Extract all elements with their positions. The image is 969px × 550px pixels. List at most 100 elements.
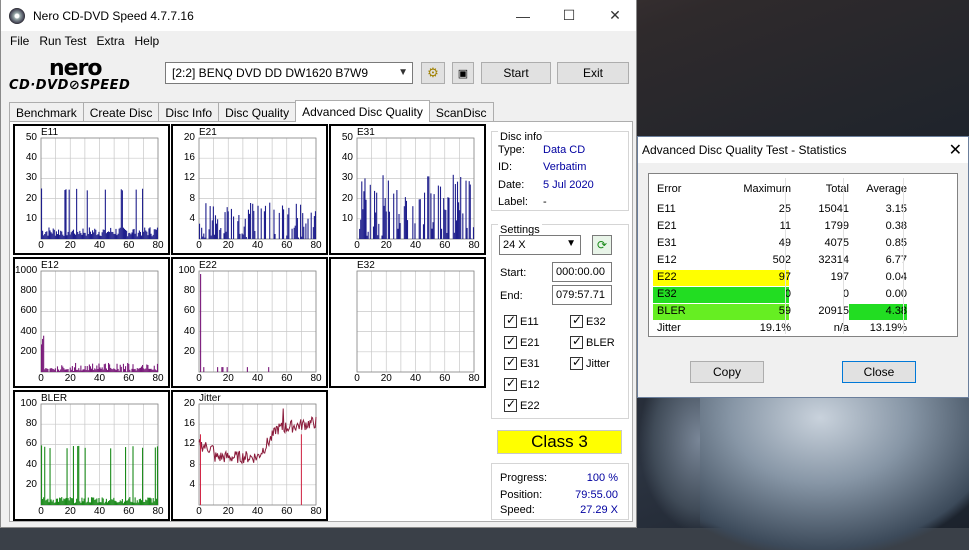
y-tick-label: 12 <box>183 438 195 450</box>
checkbox-e12-label: E12 <box>520 378 540 391</box>
checkbox-e31[interactable]: E31 <box>504 355 540 370</box>
start-button[interactable]: Start <box>481 62 551 84</box>
chart-plot <box>40 403 159 506</box>
stat-total: 1799 <box>824 220 849 232</box>
speed-select-value: 24 X <box>503 239 526 251</box>
chart-e31: E31 10 20 30 40 50 0 20 40 60 80 <box>329 124 486 255</box>
checkbox-jitter[interactable]: Jitter <box>570 355 610 370</box>
column-divider <box>785 178 786 334</box>
eject-icon: ⚙ <box>427 65 439 80</box>
chart-e11: E11 10 20 30 40 50 0 20 40 60 80 <box>13 124 170 255</box>
column-divider <box>903 178 904 334</box>
checkbox-e11-label: E11 <box>520 315 539 328</box>
x-tick-label: 40 <box>409 373 422 384</box>
checkbox-bler[interactable]: BLER <box>570 334 615 349</box>
x-tick-label: 60 <box>281 373 293 384</box>
statistics-row: E12 502 32314 6.77 <box>649 253 959 269</box>
menu-bar: File Run Test Extra Help <box>1 31 636 51</box>
progress-value: 100 % <box>586 472 618 484</box>
y-tick-label: 60 <box>25 438 37 450</box>
chart-title: BLER <box>41 393 68 404</box>
x-tick-label: 40 <box>93 240 106 251</box>
progress-label: Progress: <box>500 472 548 484</box>
menu-run-test[interactable]: Run Test <box>34 34 91 48</box>
y-tick-label: 20 <box>341 192 353 204</box>
exit-button[interactable]: Exit <box>557 62 629 84</box>
chart-title: E22 <box>199 260 217 271</box>
checkbox-e22-label: E22 <box>520 399 540 412</box>
stat-maximum: 19.1% <box>759 322 791 334</box>
tab-disc-info[interactable]: Disc Info <box>158 102 220 122</box>
statistics-row: E22971970.04 <box>649 270 959 286</box>
position-value: 79:55.00 <box>575 489 618 501</box>
maximize-button[interactable]: ☐ <box>546 0 592 31</box>
close-dialog-button[interactable]: Close <box>842 361 916 383</box>
chart-plot <box>40 137 159 240</box>
x-tick-label: 40 <box>251 240 264 251</box>
checkbox-e32[interactable]: E32 <box>570 313 606 328</box>
check-icon <box>504 397 517 412</box>
checkbox-e21-label: E21 <box>520 336 540 349</box>
chart-e32: E32 0 20 40 60 80 <box>329 257 486 388</box>
x-tick-label: 80 <box>152 373 164 384</box>
y-tick-label: 8 <box>189 458 195 470</box>
copy-button[interactable]: Copy <box>690 361 764 383</box>
statistics-window: Advanced Disc Quality Test - Statistics … <box>637 136 969 398</box>
stat-error: BLER <box>657 305 686 317</box>
refresh-speed-button[interactable]: ⟳ <box>592 235 612 255</box>
chart-title: E21 <box>199 127 217 138</box>
x-tick-label: 0 <box>196 240 202 251</box>
drive-select[interactable]: [2:2] BENQ DVD DD DW1620 B7W9 ▼ <box>165 62 413 84</box>
close-button[interactable]: ✕ <box>592 0 638 31</box>
tab-disc-quality[interactable]: Disc Quality <box>218 102 297 122</box>
x-tick-label: 80 <box>310 373 322 384</box>
menu-help[interactable]: Help <box>130 34 165 48</box>
save-icon: ▣ <box>457 67 469 80</box>
chart-plot <box>356 137 475 240</box>
check-icon <box>570 334 583 349</box>
toolbar: nero CD·DVD⊘SPEED [2:2] BENQ DVD DD DW16… <box>1 52 636 98</box>
progress-group: Progress: 100 % Position: 79:55.00 Speed… <box>491 463 629 520</box>
title-bar[interactable]: Nero CD-DVD Speed 4.7.7.16 — ☐ ✕ <box>1 0 636 31</box>
save-button[interactable]: ▣ <box>452 62 474 84</box>
close-icon[interactable]: ✕ <box>949 140 962 160</box>
stat-error: E21 <box>657 220 677 232</box>
chart-e22: E22 20 40 60 80 100 0 20 40 60 80 <box>171 257 328 388</box>
menu-file[interactable]: File <box>5 34 34 48</box>
checkbox-e11[interactable]: E11 <box>504 313 539 328</box>
x-tick-label: 20 <box>222 506 234 517</box>
checkbox-e22[interactable]: E22 <box>504 397 540 412</box>
position-label: Position: <box>500 489 543 501</box>
menu-extra[interactable]: Extra <box>91 34 129 48</box>
statistics-title-bar[interactable]: Advanced Disc Quality Test - Statistics … <box>638 137 968 163</box>
statistics-row: BLER59209154.38 <box>649 304 959 320</box>
nero-logo: nero CD·DVD⊘SPEED <box>9 56 159 96</box>
stat-error: E22 <box>657 271 677 283</box>
statistics-title: Advanced Disc Quality Test - Statistics <box>642 143 847 157</box>
tab-create-disc[interactable]: Create Disc <box>82 102 160 122</box>
drive-eject-button[interactable]: ⚙ <box>421 62 445 84</box>
x-tick-label: 80 <box>152 240 164 251</box>
x-tick-label: 40 <box>93 506 106 517</box>
chevron-down-icon: ▼ <box>398 67 408 78</box>
start-time-input[interactable]: 000:00.00 <box>552 262 612 282</box>
chart-e12: E12 200 400 600 800 1000 0 20 40 60 80 <box>13 257 170 388</box>
tab-benchmark[interactable]: Benchmark <box>9 102 84 122</box>
tab-scandisc[interactable]: ScanDisc <box>428 102 494 122</box>
drive-select-value: [2:2] BENQ DVD DD DW1620 B7W9 <box>172 66 369 80</box>
end-time-input[interactable]: 079:57.71 <box>552 285 612 305</box>
checkbox-e21[interactable]: E21 <box>504 334 540 349</box>
y-tick-label: 60 <box>183 305 195 317</box>
tab-advanced-disc-quality[interactable]: Advanced Disc Quality <box>295 100 430 122</box>
checkbox-e12[interactable]: E12 <box>504 376 540 391</box>
disc-id-label: ID: <box>498 161 513 173</box>
speed-select[interactable]: 24 X ▼ <box>499 235 581 255</box>
minimize-button[interactable]: — <box>500 0 546 31</box>
disc-type-value: Data CD <box>543 144 586 156</box>
y-tick-label: 40 <box>25 152 37 164</box>
y-tick-label: 400 <box>20 325 37 337</box>
y-tick-label: 10 <box>341 212 353 224</box>
y-tick-label: 30 <box>25 172 37 184</box>
checkbox-e31-label: E31 <box>520 357 540 370</box>
disc-label-label: Label: <box>498 196 528 208</box>
